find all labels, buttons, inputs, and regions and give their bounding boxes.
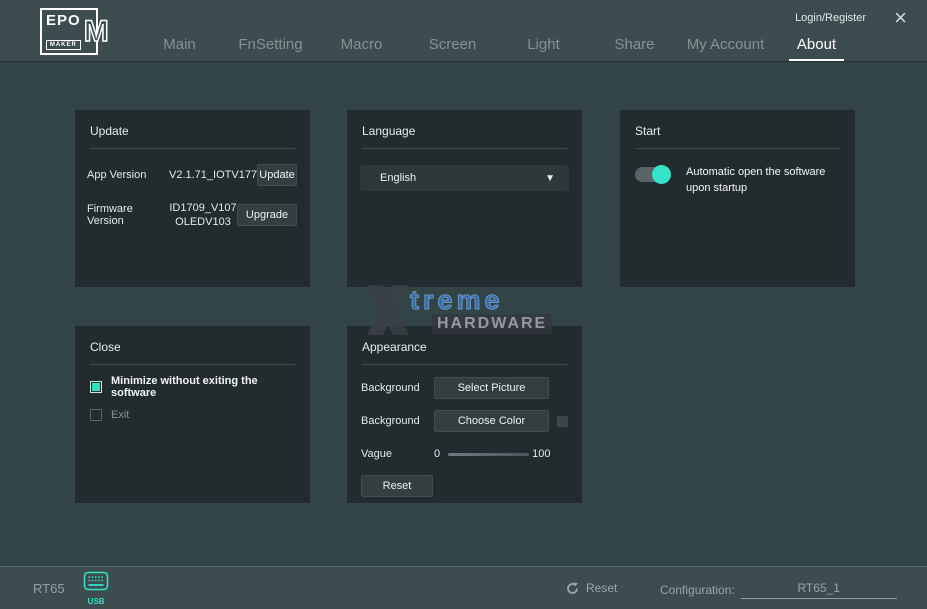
update-button[interactable]: Update [257,164,297,186]
appearance-panel-title: Appearance [347,326,582,364]
header: EPO MAKER M Main FnSetting Macro Screen … [0,0,927,62]
minimize-checkbox[interactable] [90,381,102,393]
tab-screen[interactable]: Screen [407,36,498,61]
autostart-label: Automatic open the software upon startup [686,165,838,197]
usb-label: USB [82,597,110,606]
app-version-row: App Version V2.1.71_IOTV177 Update [75,164,310,186]
logo-epo-text: EPO [46,13,81,28]
vague-slider-row: Vague 0 100 [347,444,582,464]
exit-option-row: Exit [75,408,310,421]
app-version-value: V2.1.71_IOTV177 [169,168,257,182]
autostart-toggle[interactable] [635,167,669,182]
exit-option-label: Exit [111,409,129,421]
logo-m-glyph: M [84,13,109,50]
device-name: RT65 [33,581,65,596]
select-picture-button[interactable]: Select Picture [434,377,549,399]
start-panel-title: Start [620,110,855,148]
divider [635,148,840,149]
main-nav: Main FnSetting Macro Screen Light Share … [134,36,862,61]
minimize-option-row: Minimize without exiting the software [75,380,310,393]
close-panel-title: Close [75,326,310,364]
slider-min-value: 0 [434,448,440,460]
minimize-option-label: Minimize without exiting the software [111,375,295,399]
epomaker-logo: EPO MAKER M [40,8,98,55]
slider-max-value: 100 [532,448,550,460]
reset-circular-arrow-icon [566,582,579,595]
background-color-label: Background [361,415,434,427]
vague-label: Vague [361,448,434,460]
divider [90,148,295,149]
login-register-link[interactable]: Login/Register [795,12,866,24]
footer-reset-button[interactable]: Reset [566,581,617,595]
language-select[interactable]: English ▼ [360,165,569,191]
close-panel: Close Minimize without exiting the softw… [75,326,310,503]
tab-light[interactable]: Light [498,36,589,61]
configuration-label: Configuration: [660,583,735,597]
update-panel: Update App Version V2.1.71_IOTV177 Updat… [75,110,310,287]
toggle-knob [652,165,671,184]
footer: RT65 USB Reset Configuration: RT65_1 [0,566,927,609]
usb-device-indicator[interactable]: USB [82,571,110,606]
language-panel-title: Language [347,110,582,148]
color-swatch[interactable] [557,416,568,427]
tab-my-account[interactable]: My Account [680,36,771,61]
firmware-version-label: Firmware Version [87,203,169,227]
logo-maker-text: MAKER [46,40,81,50]
app-version-label: App Version [87,169,169,181]
appearance-reset-button[interactable]: Reset [361,475,433,497]
upgrade-button[interactable]: Upgrade [237,204,297,226]
divider [362,148,567,149]
vague-slider[interactable] [448,453,529,456]
language-selected-value: English [360,172,545,184]
firmware-version-value: ID1709_V107OLEDV103 [169,201,237,230]
choose-color-button[interactable]: Choose Color [434,410,549,432]
keyboard-icon [83,571,109,591]
divider [362,364,567,365]
firmware-version-row: Firmware Version ID1709_V107OLEDV103 Upg… [75,201,310,230]
chevron-down-icon: ▼ [545,173,569,184]
tab-share[interactable]: Share [589,36,680,61]
logo-text-block: EPO MAKER [46,13,81,50]
background-color-row: Background Choose Color [347,411,582,431]
update-panel-title: Update [75,110,310,148]
tab-about[interactable]: About [771,36,862,61]
configuration-name-input[interactable]: RT65_1 [741,581,897,599]
tab-macro[interactable]: Macro [316,36,407,61]
appearance-panel: Appearance Background Select Picture Bac… [347,326,582,503]
divider [90,364,295,365]
watermark-treme-text: treme [410,285,504,316]
background-picture-label: Background [361,382,434,394]
language-panel: Language English ▼ [347,110,582,287]
start-panel: Start Automatic open the software upon s… [620,110,855,287]
close-window-icon[interactable]: × [894,7,907,29]
exit-checkbox[interactable] [90,409,102,421]
tab-main[interactable]: Main [134,36,225,61]
tab-fnsetting[interactable]: FnSetting [225,36,316,61]
configuration-group: Configuration: RT65_1 [660,581,897,599]
background-picture-row: Background Select Picture [347,378,582,398]
autostart-row: Automatic open the software upon startup [620,165,855,197]
